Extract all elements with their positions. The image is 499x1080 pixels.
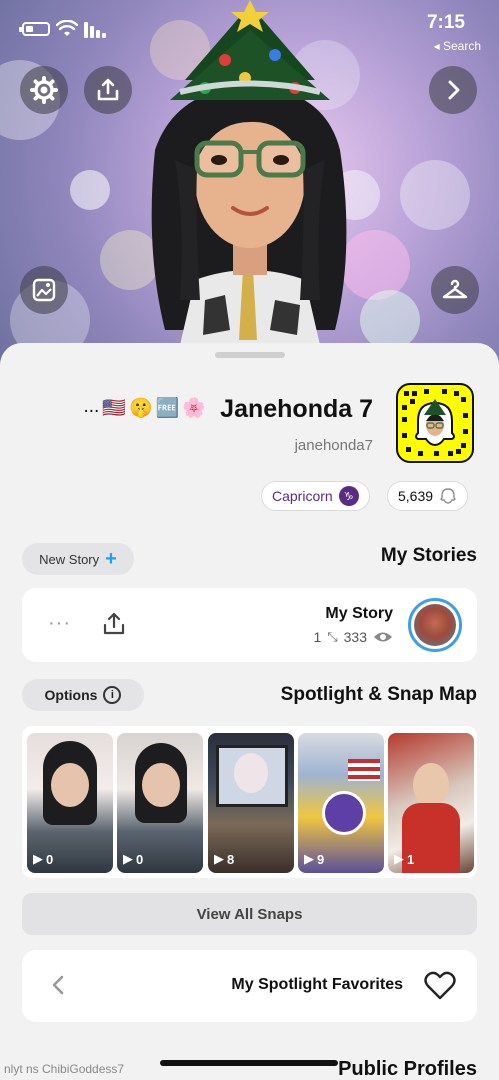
home-indicator[interactable] [160,1060,338,1066]
next-button[interactable] [429,66,477,114]
new-story-label: New Story [39,551,100,567]
display-name-emojis: ... 🇺🇸 🤫 🆓 🌸 [83,396,206,420]
story-more-icon[interactable]: ··· [48,612,71,635]
zodiac-label: Capricorn [272,488,333,504]
back-to-search-link[interactable]: ◂ Search [434,39,481,53]
thumbnail-count: 9 [317,851,325,867]
spotlight-thumbnail[interactable]: ▶ 8 [208,733,294,873]
story-stats: 1 ⤡ 333 [313,629,393,645]
play-icon: ▶ [123,851,133,866]
plus-icon: + [105,548,117,570]
story-preview-image [414,604,456,646]
spotlight-thumbnail[interactable]: ▶ 1 [388,733,474,873]
play-icon: ▶ [304,851,314,866]
battery-icon [19,22,50,36]
snapcode-pattern [402,389,468,456]
chevron-left-icon [52,975,64,995]
bokeh-light [70,170,110,210]
gear-icon [30,76,58,104]
zodiac-chip[interactable]: Capricorn ♑ [261,481,370,511]
thumbnail-count: 0 [46,851,54,867]
image-frame-icon [32,278,56,302]
view-count: 333 [343,629,367,645]
play-icon: ▶ [33,851,43,866]
view-count-badge: ▶ 1 [394,851,414,867]
spotlight-thumbnail[interactable]: ▶ 0 [27,733,113,873]
emoji: 🤫 [128,398,153,419]
my-stories-title: My Stories [380,545,477,566]
heart-icon [424,971,456,1000]
view-count-badge: ▶ 8 [214,851,234,867]
emoji: ... [83,396,100,417]
view-count-badge: ▶ 9 [304,851,324,867]
new-story-button[interactable]: New Story + [22,543,134,575]
spotlight-thumbnail[interactable]: ▶ 9 [298,733,384,873]
bitmoji-outfit-button[interactable] [431,266,479,314]
play-icon: ▶ [394,851,404,866]
sheet-grabber[interactable] [215,352,285,358]
view-all-snaps-button[interactable]: View All Snaps [22,893,477,935]
spotlight-title: Spotlight & Snap Map [280,684,477,705]
thumbnail-count: 8 [227,851,235,867]
view-count-badge: ▶ 0 [33,851,53,867]
screenshot-count: 1 [313,629,322,645]
public-profiles-subtitle: nlyt ns ChibiGoddess7 [4,1062,125,1076]
view-all-snaps-label: View All Snaps [196,905,303,923]
options-label: Options [44,687,98,703]
display-name: Janehonda 7 [220,395,373,423]
snap-score-chip[interactable]: 5,639 [387,481,469,511]
wifi-icon [56,20,78,36]
hanger-icon [442,279,468,299]
emoji: 🌸 [182,398,206,419]
bitmoji-avatar [151,0,347,345]
story-thumbnail[interactable] [408,598,462,652]
spotlight-favorites-label: My Spotlight Favorites [231,976,403,993]
view-count-badge: ▶ 0 [123,851,143,867]
bitmoji-background-button[interactable] [20,266,68,314]
profile-header: 7:15 ◂ Search [0,0,499,380]
emoji: 🇺🇸 [102,398,126,419]
status-time: 7:15 [426,12,465,33]
spotlight-options-button[interactable]: Options i [22,679,144,711]
thumbnail-count: 0 [136,851,144,867]
bokeh-light [400,160,470,230]
snap-score: 5,639 [398,488,434,504]
emoji: 🆓 [155,398,180,419]
capricorn-icon: ♑ [338,486,359,506]
spotlight-thumbnail[interactable]: ▶ 0 [117,733,203,873]
cellular-signal-icon [84,22,108,38]
public-profiles-title: Public Profiles [338,1058,477,1080]
eye-icon [374,632,392,642]
ghost-icon [440,488,456,504]
thumbnail-count: 1 [407,851,415,867]
chevron-right-icon [448,80,460,100]
settings-button[interactable] [20,66,68,114]
story-title: My Story [325,605,393,622]
username: janehonda7 [294,437,373,454]
snapcode[interactable] [396,383,474,463]
screenshot-icon: ⤡ [327,629,338,644]
upload-story-icon[interactable] [100,610,128,638]
share-icon [97,78,119,101]
info-icon: i [103,686,122,704]
play-icon: ▶ [214,851,224,866]
